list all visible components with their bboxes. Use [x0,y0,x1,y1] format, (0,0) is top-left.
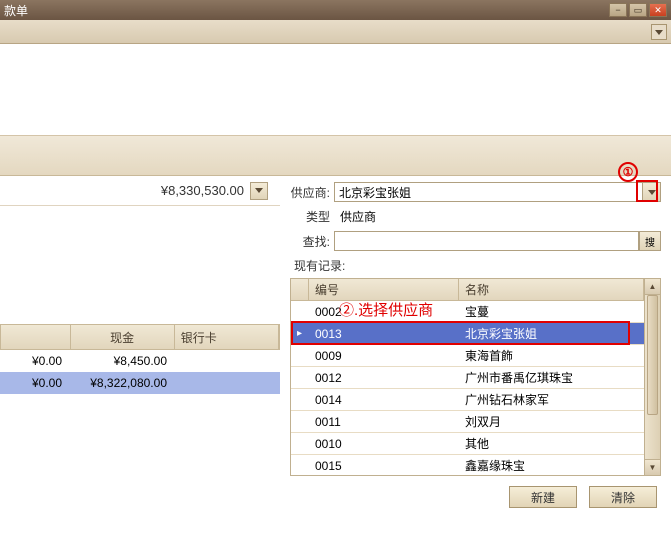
record-row[interactable]: 0014广州钻石林家军 [291,389,644,411]
cell-name: 宝蔓 [459,303,644,320]
col-code[interactable]: 编号 [309,279,459,300]
find-label: 查找: [290,233,334,250]
record-row[interactable]: 0002宝蔓 [291,301,644,323]
type-label: 类型 [290,208,334,225]
close-button[interactable]: ✕ [649,3,667,17]
cell-code: 0013 [309,327,459,341]
cell: ¥8,322,080.00 [70,376,175,390]
record-row[interactable]: 0011刘双月 [291,411,644,433]
find-input[interactable] [334,231,639,251]
scroll-up-button[interactable]: ▲ [645,279,660,295]
cell-name: 其他 [459,435,644,452]
total-amount: ¥8,330,530.00 [161,183,244,198]
new-button[interactable]: 新建 [509,486,577,508]
cell: ¥0.00 [0,354,70,368]
search-button[interactable]: 搜 [639,231,661,251]
payment-table-header: 现金 银行卡 [0,324,280,350]
title-bar: 款单 − ▭ ✕ [0,0,671,20]
clear-button[interactable]: 清除 [589,486,657,508]
grid-scrollbar[interactable]: ▲ ▼ [644,279,660,475]
cell-code: 0009 [309,349,459,363]
record-row[interactable]: 0010其他 [291,433,644,455]
record-row[interactable]: 0015鑫嘉缘珠宝 [291,455,644,475]
cell: ¥0.00 [0,376,70,390]
scroll-thumb[interactable] [647,295,658,415]
supplier-input[interactable] [334,182,643,202]
cell-code: 0014 [309,393,459,407]
col-card: 银行卡 [175,325,279,349]
row-indicator: ▸ [291,328,309,339]
upper-pane [0,44,671,136]
cell-name: 北京彩宝张姐 [459,325,644,342]
record-row[interactable]: 0009東海首飾 [291,345,644,367]
cell-code: 0002 [309,305,459,319]
records-label: 现有记录: [294,257,661,274]
cell-name: 广州市番禹亿琪珠宝 [459,369,644,386]
left-pane: ¥8,330,530.00 现金 银行卡 ¥0.00¥8,450.00¥0.00… [0,176,280,394]
cell-code: 0015 [309,459,459,473]
cell-code: 0011 [309,415,459,429]
window-title: 款单 [4,2,609,19]
cell-code: 0012 [309,371,459,385]
amount-dropdown[interactable] [250,182,268,200]
expand-toolbar-button[interactable] [651,24,667,40]
supplier-panel: ① 供应商: 类型 供应商 查找: 搜 现有记录: ②.选择供应商 编号 名称 [280,176,671,556]
mid-bar [0,136,671,176]
cell-code: 0010 [309,437,459,451]
record-row[interactable]: 0012广州市番禹亿琪珠宝 [291,367,644,389]
minimize-button[interactable]: − [609,3,627,17]
toolbar [0,20,671,44]
supplier-label: 供应商: [290,184,334,201]
chevron-down-icon [655,30,663,35]
payment-row[interactable]: ¥0.00¥8,322,080.00 [0,372,280,394]
records-grid: ②.选择供应商 编号 名称 0002宝蔓▸0013北京彩宝张姐0009東海首飾0… [290,278,661,476]
cell-name: 广州钻石林家军 [459,391,644,408]
cell-name: 鑫嘉缘珠宝 [459,457,644,474]
col-name[interactable]: 名称 [459,279,644,300]
scroll-down-button[interactable]: ▼ [645,459,660,475]
cell-name: 東海首飾 [459,347,644,364]
chevron-down-icon [648,190,656,195]
cell-name: 刘双月 [459,413,644,430]
payment-row[interactable]: ¥0.00¥8,450.00 [0,350,280,372]
cell: ¥8,450.00 [70,354,175,368]
maximize-button[interactable]: ▭ [629,3,647,17]
col-cash: 现金 [71,325,175,349]
supplier-dropdown[interactable] [643,182,661,202]
type-value: 供应商 [334,208,661,225]
record-row[interactable]: ▸0013北京彩宝张姐 [291,323,644,345]
chevron-down-icon [255,188,263,193]
